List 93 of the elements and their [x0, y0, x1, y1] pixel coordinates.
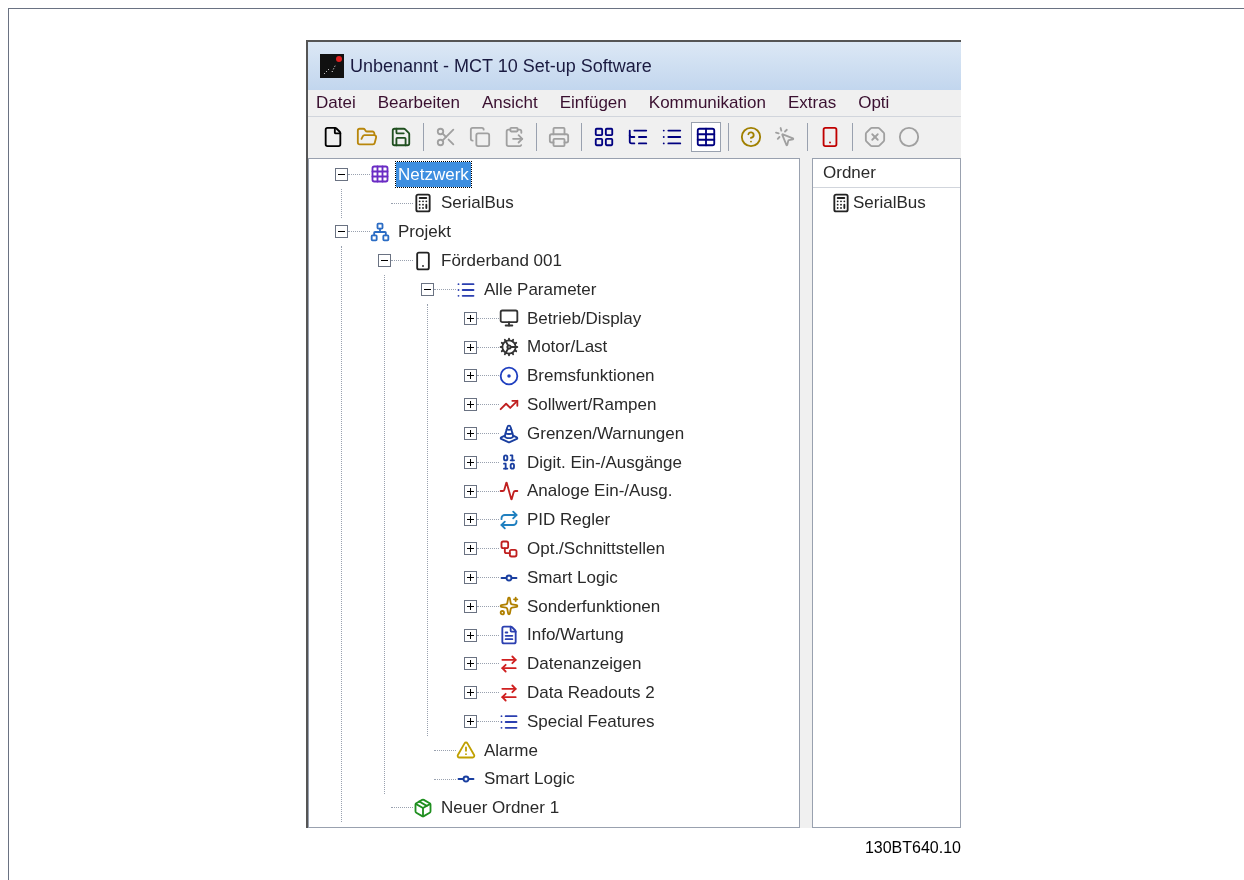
expand-toggle[interactable]: [464, 484, 477, 498]
tree-item[interactable]: Betrieb/Display: [525, 305, 644, 332]
tree-item[interactable]: Sonderfunktionen: [525, 593, 663, 620]
save-icon: [390, 125, 412, 148]
list-item[interactable]: SerialBus: [853, 189, 926, 216]
collapse-toggle[interactable]: [421, 283, 434, 297]
plus-icon: [466, 486, 475, 496]
expand-toggle[interactable]: [464, 657, 477, 671]
menu-item[interactable]: Kommunikation: [648, 90, 766, 116]
tree-item[interactable]: Projekt: [396, 219, 453, 245]
tree-item[interactable]: Smart Logic: [482, 766, 577, 792]
expand-toggle[interactable]: [464, 369, 477, 383]
expand-toggle[interactable]: [464, 542, 477, 556]
connection-icon: [499, 538, 519, 559]
data-icon: [499, 653, 519, 674]
tree-item[interactable]: Alle Parameter: [482, 276, 599, 303]
menu-item[interactable]: Datei: [316, 90, 356, 116]
tree-item[interactable]: Neuer Ordner 1: [439, 795, 562, 821]
grid-icon: [370, 164, 390, 185]
tree-item[interactable]: PID Regler: [525, 507, 613, 533]
expand-toggle[interactable]: [464, 311, 477, 325]
plus-icon: [466, 313, 475, 323]
warning-icon: [456, 740, 476, 761]
large-icons-icon: [593, 125, 615, 148]
tree-item[interactable]: Grenzen/Warnungen: [525, 420, 687, 447]
plus-icon: [466, 400, 475, 410]
menu-item[interactable]: Bearbeiten: [377, 90, 460, 116]
tree-item[interactable]: SerialBus: [439, 190, 516, 216]
tree-item[interactable]: Alarme: [482, 737, 540, 764]
expand-toggle[interactable]: [464, 571, 477, 585]
expand-toggle[interactable]: [464, 628, 477, 642]
tree-item[interactable]: Förderband 001: [439, 248, 564, 274]
display-icon: [499, 308, 519, 329]
circle-icon: [898, 125, 920, 148]
tree-item[interactable]: Analoge Ein-/Ausg.: [525, 478, 675, 504]
collapse-toggle[interactable]: [335, 167, 348, 181]
help-icon: [740, 125, 762, 148]
details-icon: [695, 125, 717, 148]
clipboard-icon: [503, 125, 525, 148]
tree-item[interactable]: Datenanzeigen: [525, 651, 644, 677]
tree-item[interactable]: Motor/Last: [525, 334, 610, 360]
expand-toggle[interactable]: [464, 715, 477, 729]
plus-icon: [466, 515, 475, 525]
column-header[interactable]: Ordner: [813, 159, 960, 188]
expand-toggle[interactable]: [464, 398, 477, 412]
plus-icon: [466, 630, 475, 640]
expand-toggle[interactable]: [464, 427, 477, 441]
folder-icon: [413, 797, 433, 818]
document-icon: [499, 625, 519, 646]
menu-item[interactable]: Opti: [858, 90, 890, 116]
folder-icon: [356, 125, 378, 148]
tree-item[interactable]: Sollwert/Rampen: [525, 392, 659, 418]
loop-icon: [499, 509, 519, 530]
data-icon: [499, 682, 519, 703]
tree-item[interactable]: Opt./Schnittstellen: [525, 536, 667, 562]
network-icon: [370, 222, 390, 242]
tree-item[interactable]: Bremsfunktionen: [525, 363, 657, 389]
tree-item[interactable]: Smart Logic: [525, 564, 620, 591]
expand-toggle[interactable]: [464, 686, 477, 700]
figure-caption: 130BT640.10: [864, 838, 961, 858]
expand-toggle[interactable]: [464, 340, 477, 354]
plus-icon: [466, 342, 475, 352]
copy-icon: [469, 125, 491, 148]
menu-item[interactable]: Extras: [787, 90, 837, 116]
plus-icon: [466, 371, 475, 381]
collapse-toggle[interactable]: [378, 254, 391, 268]
plus-icon: [466, 601, 475, 611]
plus-icon: [466, 573, 475, 583]
printer-icon: [548, 125, 570, 148]
tree-item[interactable]: Digit. Ein-/Ausgänge: [525, 449, 684, 476]
plus-icon: [466, 457, 475, 467]
expand-toggle[interactable]: [464, 513, 477, 527]
menu-item[interactable]: Ansicht: [481, 90, 538, 116]
toolbar-button[interactable]: [691, 121, 721, 152]
collapse-toggle[interactable]: [335, 225, 348, 239]
stop-icon: [864, 125, 886, 148]
plus-icon: [466, 544, 475, 554]
expand-toggle[interactable]: [464, 599, 477, 613]
tree-item[interactable]: Data Readouts 2: [525, 680, 657, 706]
scissors-icon: [435, 125, 457, 148]
new-file-icon: [322, 125, 344, 148]
plus-icon: [466, 717, 475, 727]
sparkle-icon: [499, 596, 519, 617]
app-logo-icon: [320, 54, 344, 78]
plus-icon: [466, 429, 475, 439]
menu-item[interactable]: Einfügen: [559, 90, 627, 116]
window-title: Unbenannt - MCT 10 Set-up Software: [350, 54, 652, 78]
plus-icon: [466, 659, 475, 669]
tree-item[interactable]: Special Features: [525, 708, 657, 735]
wave-icon: [499, 481, 519, 502]
plus-icon: [466, 688, 475, 698]
tree-item[interactable]: Info/Wartung: [525, 622, 626, 648]
expand-toggle[interactable]: [464, 455, 477, 469]
